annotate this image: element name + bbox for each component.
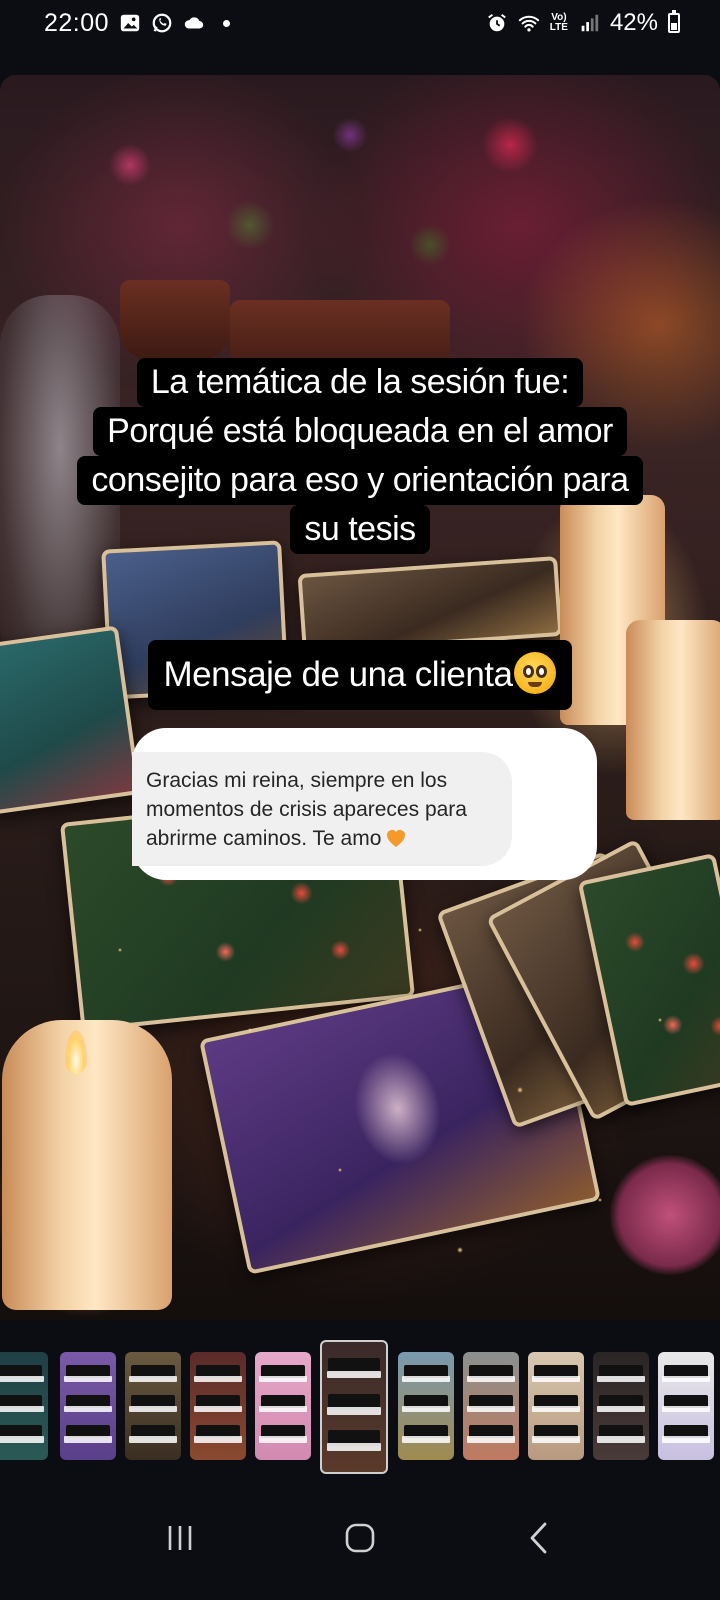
signal-icon <box>578 12 600 34</box>
story-thumbnail[interactable] <box>320 1340 388 1474</box>
thumbnail-text-line <box>194 1375 242 1383</box>
mensaje-label: Mensaje de una clienta <box>0 640 720 710</box>
story-thumbnail[interactable] <box>593 1352 649 1460</box>
thumbnail-text-line <box>0 1436 44 1443</box>
story-thumbnail[interactable] <box>60 1352 116 1460</box>
gallery-icon <box>119 12 141 34</box>
wifi-icon <box>518 12 540 34</box>
thumbnail-text-line <box>532 1375 580 1383</box>
battery-fill <box>671 23 677 30</box>
sparkles <box>0 870 720 1320</box>
notification-dot-icon <box>223 19 231 27</box>
client-message-text: Gracias mi reina, siempre en los momento… <box>146 769 467 850</box>
thumbnail-text-line <box>662 1436 710 1443</box>
phone-screen: 22:00 Vo) LTE 42% La temática de la sesi… <box>0 0 720 1600</box>
navigation-bar <box>0 1476 720 1600</box>
home-icon <box>345 1523 375 1553</box>
thumbnail-text-line <box>194 1406 242 1413</box>
whatsapp-icon <box>151 12 173 34</box>
thumbnail-text-line <box>129 1436 177 1443</box>
recents-button[interactable] <box>140 1498 220 1578</box>
thumbnail-text-line <box>259 1375 307 1383</box>
thumbnail-text-line <box>129 1375 177 1383</box>
thumbnail-text-line <box>327 1370 381 1379</box>
client-message-bubble: Gracias mi reina, siempre en los momento… <box>132 752 512 866</box>
thumbnail-text-line <box>402 1375 450 1383</box>
thumbnail-text-line <box>0 1406 44 1413</box>
story-caption: La temática de la sesión fue: Porqué est… <box>0 358 720 554</box>
story-thumbnail[interactable] <box>528 1352 584 1460</box>
thumbnail-text-line <box>129 1406 177 1413</box>
status-right: Vo) LTE 42% <box>486 9 680 37</box>
battery-icon <box>668 10 680 33</box>
back-icon <box>530 1522 547 1554</box>
flower-arrangement <box>10 75 610 335</box>
clock: 22:00 <box>44 8 110 37</box>
story-thumbnail[interactable] <box>0 1352 48 1460</box>
caption-line: consejito para eso y orientación para <box>77 456 643 505</box>
thumbnail-text-line <box>597 1375 645 1383</box>
story-thumbnail[interactable] <box>658 1352 714 1460</box>
thumbnail-text-line <box>0 1375 44 1383</box>
thumbnail-text-line <box>327 1407 381 1415</box>
recents-icon <box>168 1526 192 1550</box>
story-thumbnail[interactable] <box>255 1352 311 1460</box>
message-screenshot-card: Gracias mi reina, siempre en los momento… <box>132 728 597 880</box>
alarm-icon <box>486 12 508 34</box>
thumbnail-text-line <box>467 1375 515 1383</box>
flower-pot <box>120 280 230 360</box>
thumbnail-text-line <box>259 1436 307 1443</box>
story-thumbnails <box>0 1340 720 1476</box>
battery-percentage: 42% <box>609 9 658 36</box>
caption-line: La temática de la sesión fue: <box>136 358 584 407</box>
thumbnail-text-line <box>662 1406 710 1413</box>
story-thumbnail[interactable] <box>190 1352 246 1460</box>
thumbnail-text-line <box>259 1406 307 1413</box>
home-button[interactable] <box>320 1498 400 1578</box>
mensaje-label-text: Mensaje de una clienta <box>163 655 513 694</box>
volte-bottom-label: LTE <box>549 22 568 33</box>
thumbnail-text-line <box>64 1436 112 1443</box>
thumbnail-text-line <box>597 1406 645 1413</box>
thumbnail-text-line <box>597 1436 645 1443</box>
volte-icon: Vo) LTE <box>550 13 568 33</box>
story-thumbnail[interactable] <box>463 1352 519 1460</box>
thumbnail-text-line <box>64 1406 112 1413</box>
status-bar: 22:00 Vo) LTE 42% <box>0 0 720 46</box>
thumbnail-text-line <box>194 1436 242 1443</box>
thumbnail-text-line <box>402 1406 450 1413</box>
thumbnail-text-line <box>532 1406 580 1413</box>
thumbnail-text-line <box>327 1443 381 1452</box>
thumbnail-text-line <box>64 1375 112 1383</box>
thumbnail-text-line <box>532 1436 580 1443</box>
mensaje-label-box: Mensaje de una clienta <box>147 640 573 710</box>
thumbnail-text-line <box>467 1406 515 1413</box>
orange-heart-icon <box>387 830 406 847</box>
caption-line: su tesis <box>290 505 430 554</box>
thumbnail-text-line <box>662 1375 710 1383</box>
thumbnail-text-line <box>402 1436 450 1443</box>
story-thumbnail[interactable] <box>125 1352 181 1460</box>
cloud-icon <box>183 12 205 34</box>
story-thumbnail[interactable] <box>398 1352 454 1460</box>
status-left: 22:00 <box>44 8 231 38</box>
back-button[interactable] <box>500 1498 580 1578</box>
thumbnail-text-line <box>467 1436 515 1443</box>
caption-line: Porqué está bloqueada en el amor <box>93 407 627 456</box>
pleading-face-emoji-icon <box>514 652 557 694</box>
